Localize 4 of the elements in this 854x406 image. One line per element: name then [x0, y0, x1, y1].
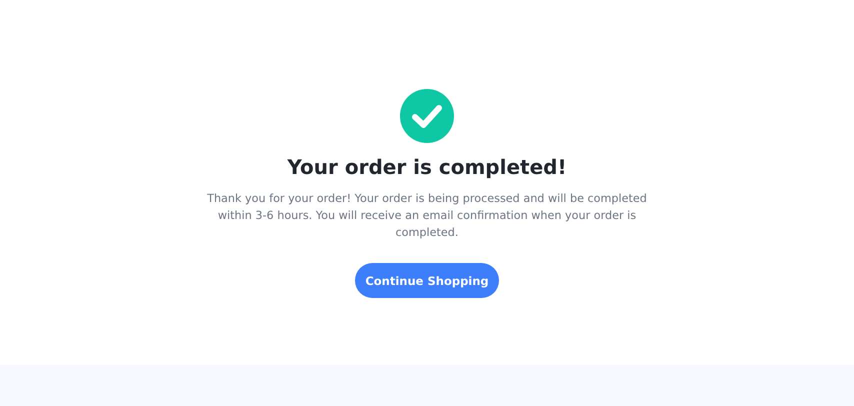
continue-shopping-button[interactable]: Continue Shopping — [355, 263, 499, 298]
confirmation-title: Your order is completed! — [287, 154, 567, 180]
checkmark-icon — [400, 89, 454, 143]
confirmation-message: Thank you for your order! Your order is being processed and will be completed within 3-6 hours. You will receive an email confirmation when your order is completed. — [206, 191, 648, 241]
